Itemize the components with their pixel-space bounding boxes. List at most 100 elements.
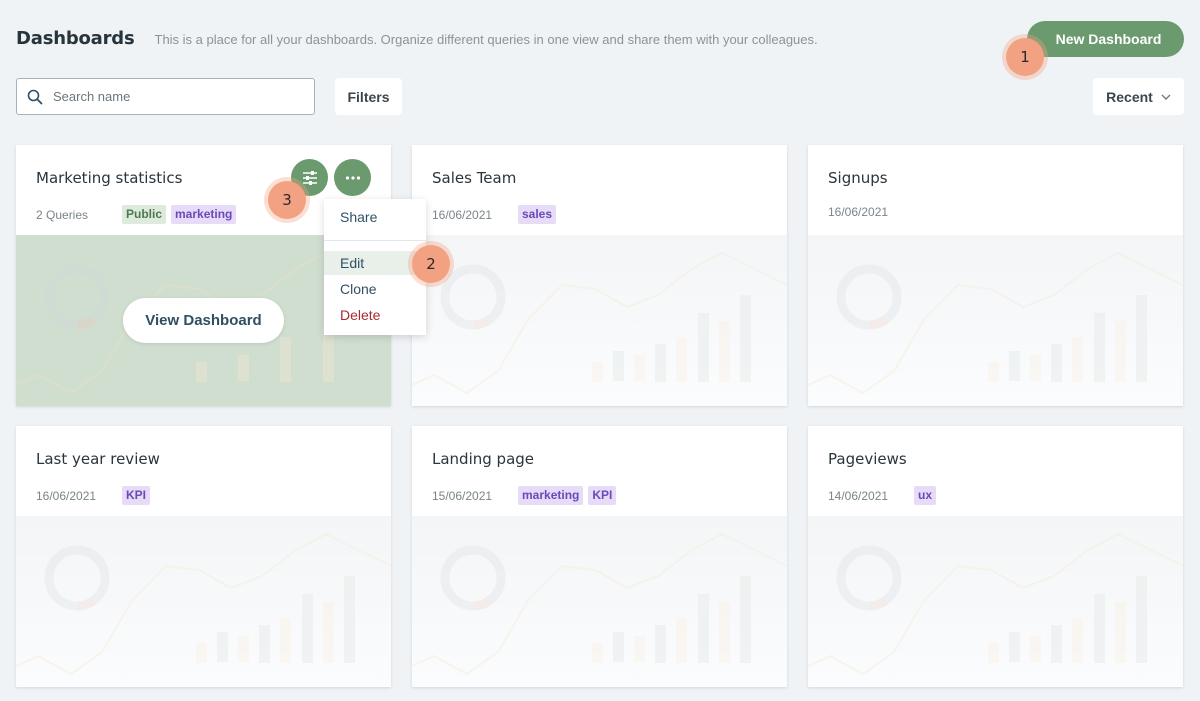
preview-donut-segment (868, 315, 889, 330)
menu-item-share[interactable]: Share (324, 205, 426, 229)
preview-bar (698, 313, 709, 382)
preview-bar (740, 576, 751, 663)
preview-illustration (808, 251, 1183, 395)
sort-dropdown[interactable]: Recent (1093, 78, 1184, 115)
preview-donut-segment (868, 596, 889, 611)
page-title: Dashboards (16, 28, 135, 49)
search-icon (27, 89, 43, 104)
preview-donut-segment (472, 315, 493, 330)
preview-bar (634, 636, 645, 662)
card-meta: 2 Queries Public marketing (36, 205, 241, 224)
card-query-count: 2 Queries (36, 207, 89, 222)
preview-bar (1072, 337, 1083, 382)
card-preview[interactable] (412, 516, 787, 687)
card-preview[interactable] (808, 516, 1183, 687)
card-tag[interactable]: sales (518, 205, 557, 224)
card-tag[interactable]: Public (122, 205, 167, 224)
dashboard-card[interactable]: Pageviews 14/06/2021 ux (808, 426, 1183, 687)
preview-bar (1009, 632, 1020, 662)
card-title[interactable]: Landing page (432, 450, 534, 468)
card-meta: 14/06/2021 ux (828, 486, 941, 505)
card-preview[interactable] (16, 516, 391, 687)
preview-bar (238, 636, 249, 662)
preview-bar (259, 625, 270, 663)
preview-donut (836, 264, 902, 330)
preview-bar (592, 362, 603, 382)
preview-bar (676, 337, 687, 382)
preview-illustration (412, 532, 787, 676)
dashboard-card[interactable]: Landing page 15/06/2021 marketing KPI (412, 426, 787, 687)
preview-bar (1094, 313, 1105, 382)
dashboard-card[interactable]: Last year review 16/06/2021 KPI (16, 426, 391, 687)
preview-bar (217, 632, 228, 662)
preview-bar (719, 602, 730, 663)
search-field[interactable] (16, 78, 315, 115)
card-more-button[interactable] (334, 159, 371, 196)
preview-donut (440, 264, 506, 330)
card-title[interactable]: Signups (828, 169, 888, 187)
dashboard-card[interactable]: Sales Team 16/06/2021 sales (412, 145, 787, 406)
card-title[interactable]: Last year review (36, 450, 160, 468)
filters-button[interactable]: Filters (335, 78, 402, 115)
menu-divider (324, 240, 426, 241)
preview-illustration (808, 532, 1183, 676)
preview-bar (1051, 625, 1062, 663)
dashboard-card[interactable]: Signups 16/06/2021 (808, 145, 1183, 406)
sliders-icon (302, 170, 317, 185)
card-preview[interactable] (808, 235, 1183, 406)
step-badge: 2 (412, 245, 450, 283)
more-horizontal-icon (345, 175, 360, 180)
preview-bar (655, 625, 666, 663)
view-dashboard-button[interactable]: View Dashboard (123, 298, 284, 343)
card-preview[interactable] (412, 235, 787, 406)
preview-bar (1115, 321, 1126, 382)
preview-bar (280, 618, 291, 663)
new-dashboard-button[interactable]: New Dashboard (1027, 21, 1184, 57)
preview-bar (592, 643, 603, 663)
page-description: This is a place for all your dashboards.… (154, 32, 818, 47)
card-date: 14/06/2021 (828, 488, 889, 503)
menu-item-clone[interactable]: Clone (324, 277, 426, 301)
card-tag[interactable]: marketing (518, 486, 584, 505)
card-tag[interactable]: ux (914, 486, 937, 505)
preview-bar (988, 643, 999, 663)
preview-bar (1009, 351, 1020, 381)
card-title[interactable]: Pageviews (828, 450, 907, 468)
step-badge: 1 (1006, 38, 1044, 76)
card-meta: 15/06/2021 marketing KPI (432, 486, 621, 505)
preview-donut-segment (76, 596, 97, 611)
preview-bar (1136, 576, 1147, 663)
preview-bar (1072, 618, 1083, 663)
card-tag[interactable]: KPI (588, 486, 617, 505)
card-title[interactable]: Marketing statistics (36, 169, 182, 187)
card-tag[interactable]: KPI (122, 486, 151, 505)
preview-bar (719, 321, 730, 382)
menu-item-edit[interactable]: Edit (324, 251, 426, 275)
preview-donut (836, 545, 902, 611)
preview-bar (1051, 344, 1062, 382)
preview-donut (44, 545, 110, 611)
preview-bar (613, 351, 624, 381)
preview-bar (1136, 295, 1147, 382)
sort-dropdown-label: Recent (1106, 88, 1153, 105)
preview-bar (1030, 636, 1041, 662)
search-input[interactable] (53, 89, 293, 104)
preview-bar (988, 362, 999, 382)
card-meta: 16/06/2021 sales (432, 205, 561, 224)
preview-bar (676, 618, 687, 663)
card-date: 15/06/2021 (432, 488, 493, 503)
card-title[interactable]: Sales Team (432, 169, 516, 187)
preview-illustration (412, 251, 787, 395)
preview-bar (1094, 594, 1105, 663)
card-context-menu: Share Edit Clone Delete (324, 199, 426, 335)
preview-bar (323, 602, 334, 663)
preview-bar (698, 594, 709, 663)
preview-bar (655, 344, 666, 382)
preview-bar (740, 295, 751, 382)
card-meta: 16/06/2021 (828, 205, 914, 219)
chevron-down-icon (1161, 94, 1171, 100)
card-tag[interactable]: marketing (171, 205, 237, 224)
menu-item-delete[interactable]: Delete (324, 303, 426, 327)
preview-donut-segment (472, 596, 493, 611)
card-date: 16/06/2021 (432, 207, 493, 222)
